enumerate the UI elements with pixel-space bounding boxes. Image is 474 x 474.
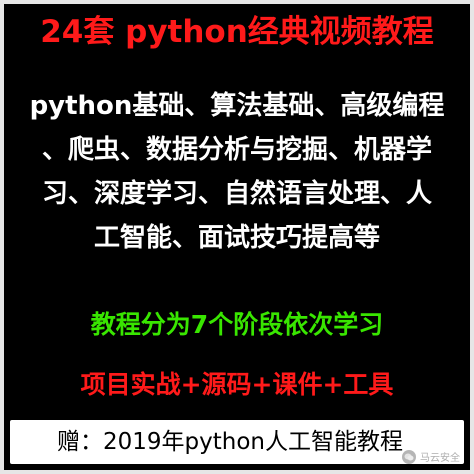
description-line-2: 、爬虫、数据分析与挖掘、机器学 xyxy=(41,135,432,165)
stages-line: 教程分为7个阶段依次学习 xyxy=(90,310,384,339)
watermark-text: 马云安全 xyxy=(420,453,460,464)
promo-poster: 24套 python经典视频教程 python基础、算法基础、高级编程 、爬虫、… xyxy=(0,0,474,474)
watermark: 马云安全 xyxy=(402,449,460,464)
description-line-4: 工智能、面试技巧提高等 xyxy=(93,223,380,253)
gift-banner: 赠：2019年python人工智能教程 xyxy=(10,420,464,464)
poster-title: 24套 python经典视频教程 xyxy=(40,14,434,50)
wechat-logo-icon xyxy=(402,449,416,464)
bundle-line: 项目实战+源码+课件+工具 xyxy=(80,370,394,399)
description-line-3: 习、深度学习、自然语言处理、人 xyxy=(41,179,432,209)
gift-text: 赠：2019年python人工智能教程 xyxy=(57,429,403,455)
description-line-1: python基础、算法基础、高级编程 xyxy=(29,91,445,121)
